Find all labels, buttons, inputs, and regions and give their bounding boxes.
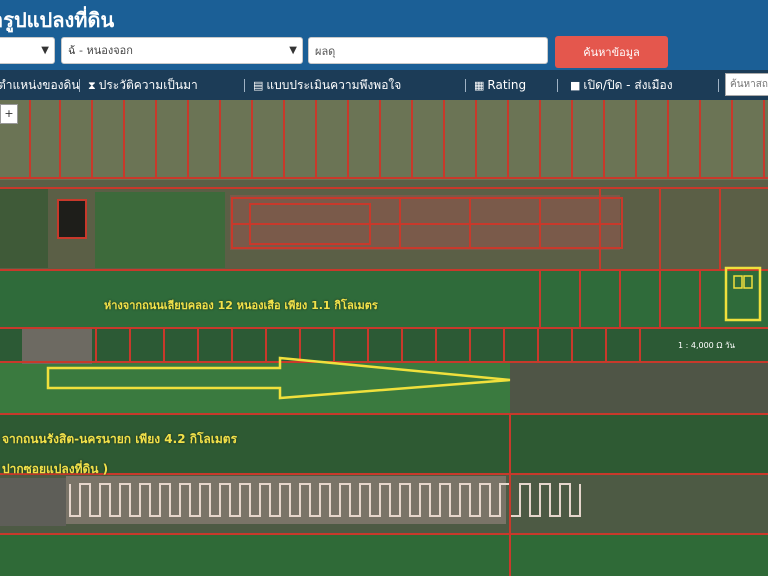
- distance-label-3: ปากซอยแปลงที่ดิน ): [2, 462, 109, 476]
- menu-divider: [244, 79, 245, 92]
- map-view[interactable]: + ห่างจากถนนเลียบคลอง 12 หนองเสือ เพียง …: [0, 100, 768, 576]
- menu-item-toggle-layer[interactable]: ■ เปิด/ปิด - ส่งเมือง: [570, 70, 673, 100]
- field-band: [0, 328, 768, 362]
- menu-divider: [718, 79, 719, 92]
- chevron-down-icon: ▼: [41, 45, 49, 56]
- distance-label-2: จากถนนรังสิต-นครนายก เพียง 4.2 กิโลเมตร: [2, 432, 238, 446]
- menu-divider: [465, 79, 466, 92]
- field-band: [510, 362, 768, 414]
- district-select[interactable]: ฉ้ - หนองจอก ▼: [61, 37, 303, 64]
- menu-item-history[interactable]: ⧗ ประวัติความเป็นมา: [88, 70, 198, 100]
- page-title: ารูปแปลงที่ดิน: [0, 8, 115, 32]
- distance-label-1: ห่างจากถนนเลียบคลอง 12 หนองเสือ เพียง 1.…: [104, 299, 378, 312]
- parcel-search-input[interactable]: [308, 37, 548, 64]
- menu-item-label: เปิด/ปิด - ส่งเมือง: [583, 78, 673, 92]
- hourglass-icon: ⧗: [88, 79, 96, 92]
- field-band: [0, 100, 768, 180]
- building: [22, 328, 92, 364]
- province-select[interactable]: ▼: [0, 37, 55, 64]
- district-select-value: ฉ้ - หนองจอก: [68, 44, 133, 57]
- menu-item-label: แบบประเมินความพึงพอใจ: [266, 78, 402, 92]
- menu-divider: [79, 79, 80, 92]
- clipboard-icon: ▤: [253, 79, 264, 92]
- search-button[interactable]: ค้นหาข้อมูล: [555, 36, 668, 68]
- building: [57, 199, 87, 239]
- scale-label: 1 : 4,000 Ω วัน: [678, 341, 735, 350]
- menu-item-rating[interactable]: ▦ Rating: [474, 70, 526, 100]
- field-band: [0, 534, 768, 576]
- field-band: [0, 188, 48, 268]
- app-window: ารูปแปลงที่ดิน ▼ ฉ้ - หนองจอก ▼ ค้นหาข้อ…: [0, 0, 768, 576]
- header-bar: ารูปแปลงที่ดิน ▼ ฉ้ - หนองจอก ▼ ค้นหาข้อ…: [0, 0, 768, 70]
- menu-item-label: ประวัติความเป็นมา: [98, 78, 198, 92]
- chart-icon: ▦: [474, 79, 485, 92]
- menu-item-survey[interactable]: ▤ แบบประเมินความพึงพอใจ: [253, 70, 401, 100]
- building: [0, 478, 66, 526]
- chevron-down-icon: ▼: [289, 45, 297, 56]
- satellite-map[interactable]: [0, 100, 768, 576]
- zoom-in-button[interactable]: +: [0, 104, 18, 124]
- field-band: [95, 192, 225, 268]
- menu-divider: [557, 79, 558, 92]
- menu-item-label: ตำแหน่งของดิน: [0, 78, 80, 92]
- place-search-input[interactable]: [725, 73, 768, 96]
- menu-item-label: Rating: [487, 78, 527, 92]
- checkbox-icon: ■: [570, 79, 581, 92]
- menu-bar: ตำแหน่งของดิน ⧗ ประวัติความเป็นมา ▤ แบบประ…: [0, 70, 768, 100]
- menu-item-location[interactable]: ตำแหน่งของดิน: [0, 70, 80, 100]
